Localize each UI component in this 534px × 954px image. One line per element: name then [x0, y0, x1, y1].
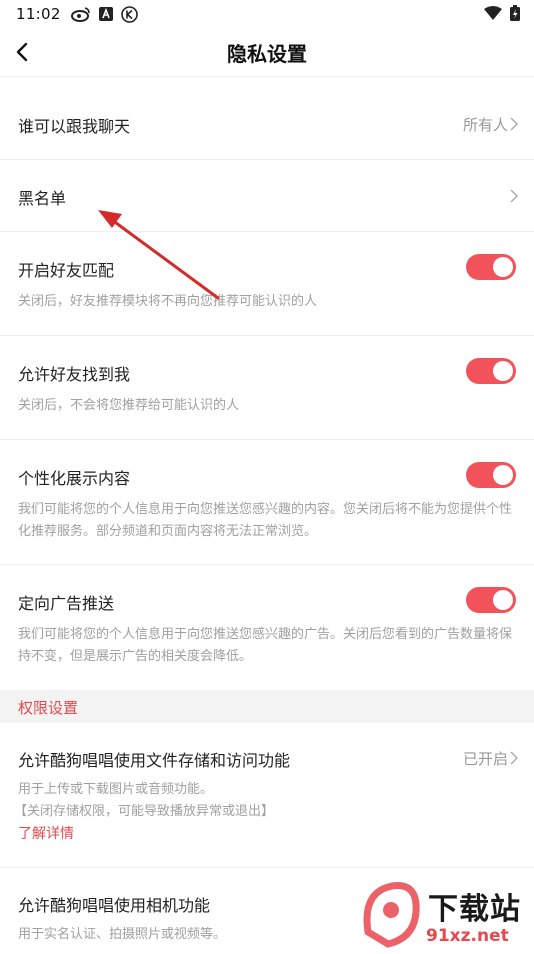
header: 隐私设置: [0, 28, 534, 77]
row-title: 谁可以跟我聊天: [18, 117, 131, 136]
toggle-knob: [493, 361, 513, 381]
section-permissions: 权限设置: [0, 690, 534, 723]
watermark-logo: 下载站 91xz.net: [358, 872, 534, 950]
status-bar: 11:02: [0, 0, 534, 28]
find-me-toggle[interactable]: [466, 358, 516, 384]
row-desc: 关闭后，好友推荐模块将不再向您推荐可能认识的人: [18, 294, 318, 309]
row-title: 开启好友匹配: [18, 261, 115, 280]
row-friend-match: 开启好友匹配 关闭后，好友推荐模块将不再向您推荐可能认识的人: [0, 232, 534, 336]
row-title: 允许酷狗唱唱使用相机功能: [18, 896, 211, 915]
watermark-title: 下载站: [428, 892, 521, 927]
page-title: 隐私设置: [227, 41, 307, 66]
wifi-icon: [484, 6, 502, 20]
status-icons-left: [70, 5, 138, 23]
row-desc: 我们可能将您的个人信息用于向您推送您感兴趣的内容。您关闭后将不能为您提供个性化推…: [18, 502, 513, 539]
row-title: 允许好友找到我: [18, 365, 131, 384]
row-find-me: 允许好友找到我 关闭后，不会将您推荐给可能认识的人: [0, 336, 534, 440]
status-icons-right: [484, 5, 520, 21]
row-value: 所有人: [462, 116, 508, 134]
battery-icon: [510, 5, 520, 21]
personalized-toggle[interactable]: [466, 462, 516, 488]
weibo-icon: [70, 7, 90, 22]
learn-more-link[interactable]: 了解详情: [18, 823, 74, 843]
row-storage-permission[interactable]: 允许酷狗唱唱使用文件存储和访问功能 已开启 用于上传或下载图片或音频功能。 【关…: [0, 723, 534, 868]
row-value: 已开启: [462, 750, 508, 768]
row-title: 定向广告推送: [18, 594, 115, 613]
toggle-knob: [493, 257, 513, 277]
back-arrow-icon[interactable]: [10, 38, 38, 66]
chevron-right-icon: [510, 189, 518, 203]
toggle-knob: [493, 590, 513, 610]
row-title: 个性化展示内容: [18, 469, 131, 488]
row-desc: 我们可能将您的个人信息用于向您推送您感兴趣的广告。关闭后您看到的广告数量将保持不…: [18, 627, 513, 664]
row-desc: 用于上传或下载图片或音频功能。: [18, 782, 214, 797]
row-chat-permission[interactable]: 谁可以跟我聊天 所有人: [0, 88, 534, 160]
ads-toggle[interactable]: [466, 587, 516, 613]
chevron-right-icon: [510, 117, 518, 131]
chevron-right-icon: [510, 751, 518, 765]
section-title: 权限设置: [18, 699, 79, 717]
status-time: 11:02: [16, 5, 61, 23]
app-a-icon: [98, 7, 113, 21]
row-title: 黑名单: [18, 189, 67, 208]
row-title: 允许酷狗唱唱使用文件存储和访问功能: [18, 751, 291, 770]
row-blacklist[interactable]: 黑名单: [0, 160, 534, 232]
row-desc-warning: 【关闭存储权限，可能导致播放异常或退出】: [14, 804, 275, 819]
toggle-knob: [493, 465, 513, 485]
row-personalized: 个性化展示内容 我们可能将您的个人信息用于向您推送您感兴趣的内容。您关闭后将不能…: [0, 440, 534, 565]
app-k-icon: [120, 5, 138, 23]
row-desc: 关闭后，不会将您推荐给可能认识的人: [18, 398, 240, 413]
friend-match-toggle[interactable]: [466, 254, 516, 280]
watermark-url: 91xz.net: [426, 926, 509, 946]
row-targeted-ads: 定向广告推送 我们可能将您的个人信息用于向您推送您感兴趣的广告。关闭后您看到的广…: [0, 565, 534, 690]
